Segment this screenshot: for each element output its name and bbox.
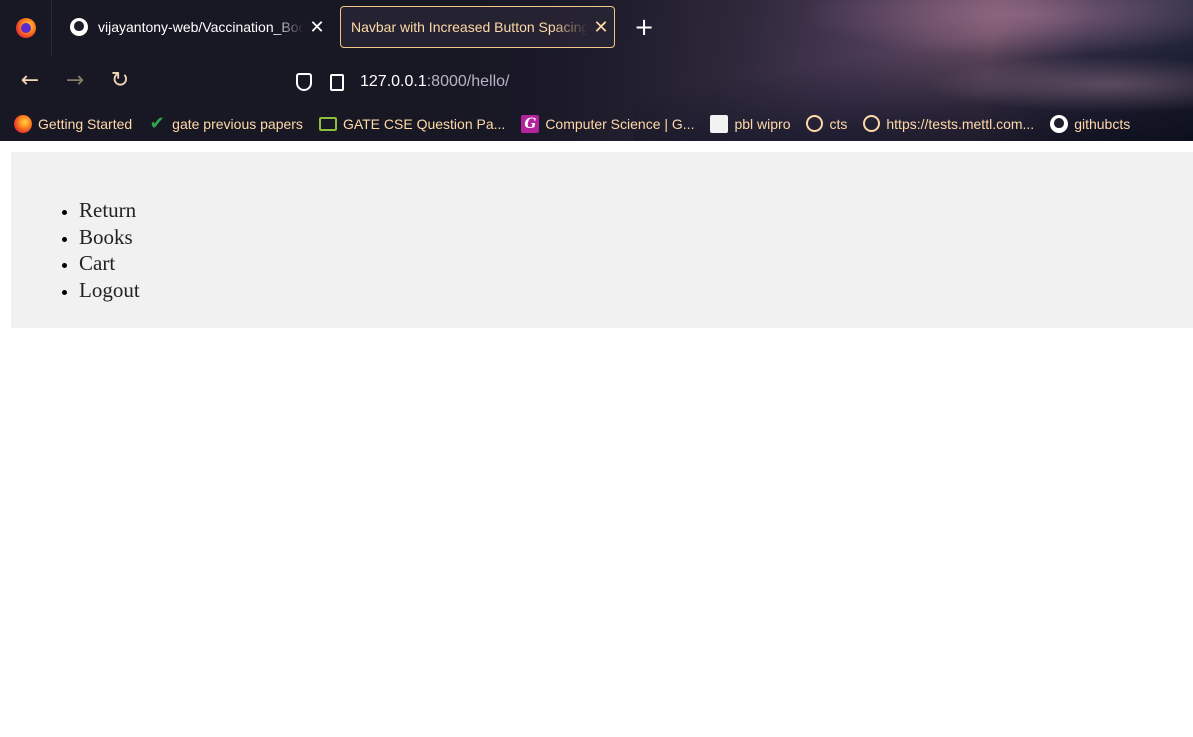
- new-tab-button[interactable]: +: [630, 12, 658, 42]
- nav-item-books[interactable]: Books: [79, 224, 140, 251]
- firefox-icon: [15, 18, 36, 38]
- nav-item-return[interactable]: Return: [79, 197, 140, 224]
- bookmark-label: cts: [829, 115, 848, 132]
- tab-title: Navbar with Increased Button Spacing: [351, 19, 588, 35]
- bookmark-label: Getting Started: [38, 115, 133, 132]
- g-icon: G: [521, 114, 540, 133]
- bookmark-githubcts[interactable]: githubcts: [1050, 114, 1131, 133]
- close-icon[interactable]: ✕: [304, 17, 330, 38]
- bookmark-gate-cse[interactable]: GATE CSE Question Pa...: [318, 115, 506, 132]
- document-icon: [710, 114, 729, 133]
- bookmark-computer-science[interactable]: G Computer Science | G...: [521, 114, 695, 133]
- bookmark-label: GATE CSE Question Pa...: [342, 115, 506, 132]
- firefox-icon: [14, 114, 32, 133]
- bookmarks-toolbar: Getting Started ✔ gate previous papers G…: [0, 106, 1193, 141]
- bookmark-label: githubcts: [1074, 115, 1131, 132]
- nav-list: Return Books Cart Logout: [11, 197, 140, 303]
- books-icon: [318, 116, 337, 131]
- bookmark-pbl-wipro[interactable]: pbl wipro: [710, 114, 791, 133]
- globe-icon: [863, 115, 881, 132]
- bookmark-mettl[interactable]: https://tests.mettl.com...: [863, 115, 1034, 132]
- bookmark-getting-started[interactable]: Getting Started: [14, 114, 133, 133]
- bookmark-cts[interactable]: cts: [806, 115, 847, 132]
- tab-github[interactable]: vijayantony-web/Vaccination_Booking ✕: [60, 6, 330, 48]
- github-icon: [1050, 114, 1069, 133]
- firefox-menu-button[interactable]: [0, 0, 52, 56]
- reload-button[interactable]: ↻: [105, 66, 135, 96]
- navbar-panel: Return Books Cart Logout: [11, 152, 1193, 328]
- shield-icon[interactable]: [296, 73, 312, 91]
- checkmark-icon: ✔: [149, 113, 165, 133]
- bookmark-gate-previous-papers[interactable]: ✔ gate previous papers: [148, 113, 303, 133]
- bookmark-label: pbl wipro: [734, 115, 791, 132]
- github-icon: [68, 18, 90, 36]
- bookmark-label: https://tests.mettl.com...: [886, 115, 1035, 132]
- url-path: :8000/hello/: [426, 73, 510, 90]
- page-icon[interactable]: [330, 73, 344, 91]
- nav-item-cart[interactable]: Cart: [79, 250, 140, 277]
- tab-navbar-active[interactable]: Navbar with Increased Button Spacing ✕: [340, 6, 615, 48]
- address-bar[interactable]: 127.0.0.1:8000/hello/: [296, 68, 509, 96]
- back-button[interactable]: ←: [15, 66, 45, 96]
- nav-item-logout[interactable]: Logout: [79, 277, 140, 304]
- bookmark-label: Computer Science | G...: [545, 115, 695, 132]
- close-icon[interactable]: ✕: [588, 17, 614, 38]
- tab-title: vijayantony-web/Vaccination_Booking: [98, 19, 304, 35]
- bookmark-label: gate previous papers: [172, 115, 303, 132]
- globe-icon: [806, 115, 824, 132]
- url-host: 127.0.0.1: [360, 73, 427, 90]
- tab-bar: vijayantony-web/Vaccination_Booking ✕ Na…: [0, 0, 1193, 56]
- url-text[interactable]: 127.0.0.1:8000/hello/: [360, 73, 509, 91]
- navigation-toolbar: ← → ↻ 127.0.0.1:8000/hello/: [0, 56, 1193, 106]
- page-content: Return Books Cart Logout: [0, 141, 1193, 737]
- browser-chrome: vijayantony-web/Vaccination_Booking ✕ Na…: [0, 0, 1193, 141]
- forward-button[interactable]: →: [60, 66, 90, 96]
